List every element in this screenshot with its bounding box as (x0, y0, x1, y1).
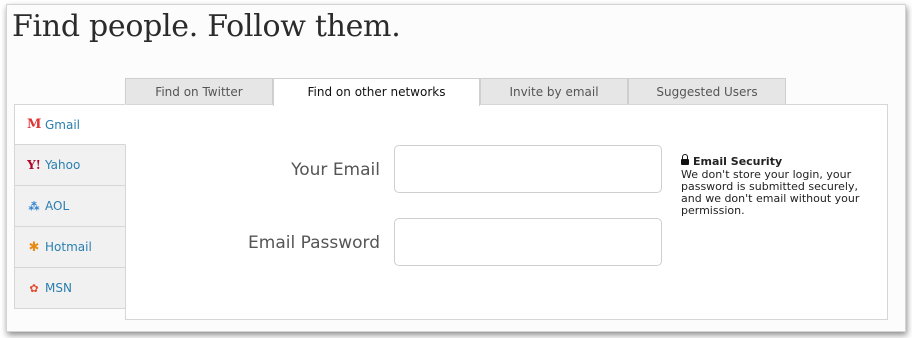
password-label: Email Password (248, 233, 380, 253)
gmail-icon: M (27, 117, 42, 132)
email-field[interactable] (394, 145, 662, 193)
network-sidebar: M Gmail Y! Yahoo ⁂ AOL ✱ Hotmail ✿ MSN (14, 104, 126, 309)
tab-invite-by-email[interactable]: Invite by email (480, 78, 628, 104)
tab-find-on-twitter[interactable]: Find on Twitter (125, 78, 273, 104)
sidebar-item-label: AOL (45, 199, 70, 213)
yahoo-icon: Y! (27, 158, 41, 172)
security-title: Email Security (693, 155, 783, 168)
sidebar-item-aol[interactable]: ⁂ AOL (14, 186, 126, 227)
security-text: We don't store your login, your password… (681, 168, 860, 217)
sidebar-item-msn[interactable]: ✿ MSN (14, 268, 126, 309)
lock-icon (681, 154, 689, 165)
sidebar-item-label: Yahoo (45, 158, 81, 172)
sidebar-item-label: Hotmail (45, 240, 92, 254)
sidebar-item-label: Gmail (45, 117, 81, 132)
aol-icon: ⁂ (28, 199, 40, 213)
tab-suggested-users[interactable]: Suggested Users (628, 78, 786, 104)
sidebar-item-gmail[interactable]: M Gmail (14, 104, 126, 145)
sidebar-item-yahoo[interactable]: Y! Yahoo (14, 145, 126, 186)
email-security-note: Email Security We don't store your login… (681, 154, 861, 217)
hotmail-icon: ✱ (28, 239, 40, 255)
tab-find-on-other-networks[interactable]: Find on other networks (273, 78, 480, 106)
page-title: Find people. Follow them. (12, 9, 401, 44)
email-label: Your Email (291, 160, 380, 180)
sidebar-item-label: MSN (45, 281, 72, 295)
msn-icon: ✿ (29, 281, 39, 295)
password-field[interactable] (394, 218, 662, 266)
sidebar-item-hotmail[interactable]: ✱ Hotmail (14, 227, 126, 268)
